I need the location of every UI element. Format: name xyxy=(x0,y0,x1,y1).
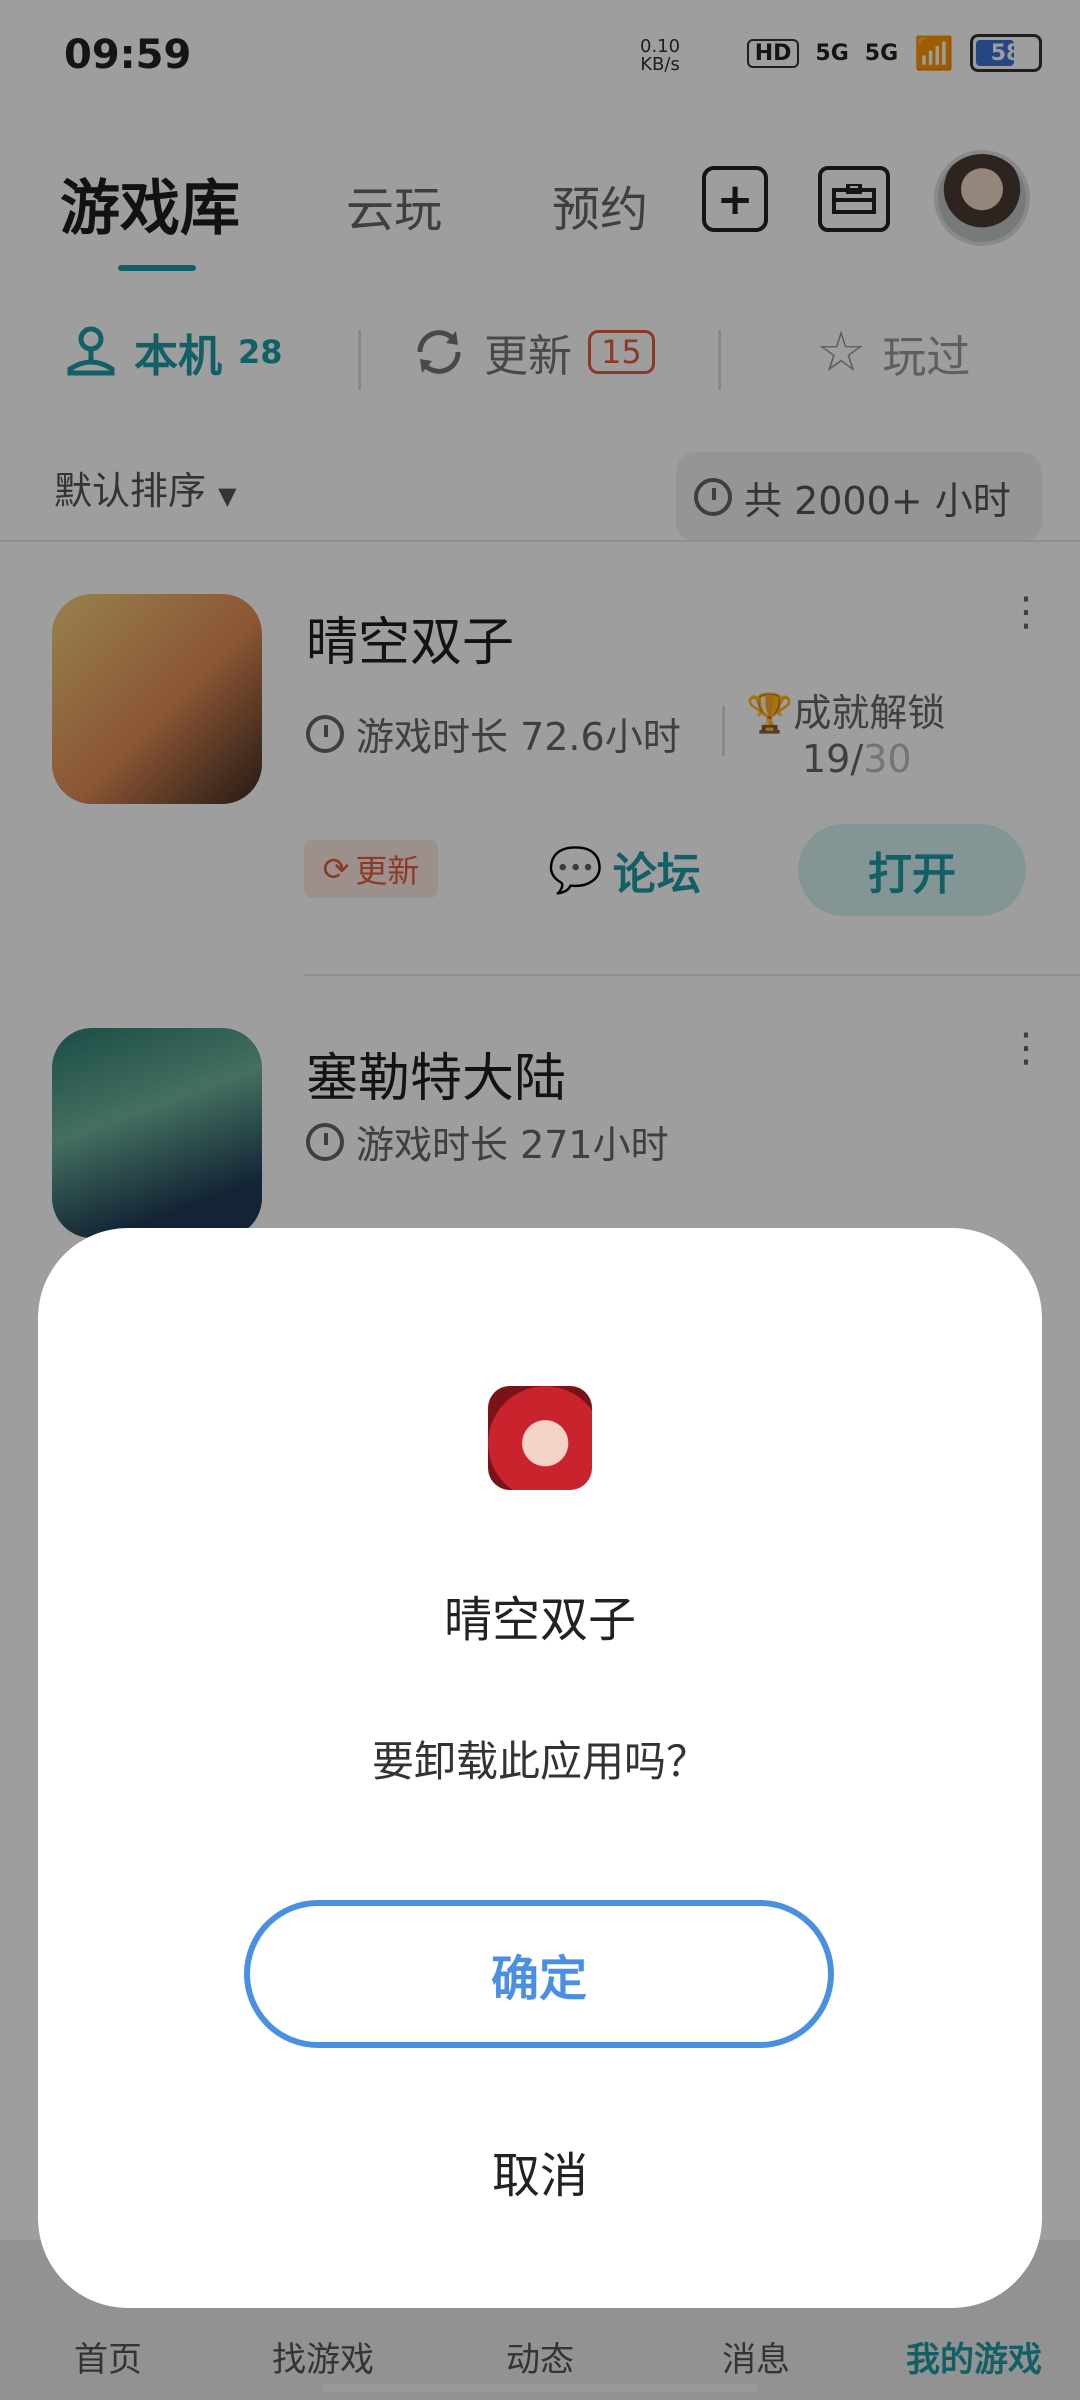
home-indicator[interactable] xyxy=(322,2384,758,2392)
cancel-button[interactable]: 取消 xyxy=(38,2136,1042,2206)
app-icon xyxy=(488,1386,592,1490)
confirm-button[interactable]: 确定 xyxy=(244,1900,834,2048)
uninstall-dialog: 晴空双子 要卸载此应用吗？ 确定 取消 xyxy=(38,1228,1042,2308)
dialog-app-name: 晴空双子 xyxy=(443,1592,636,1648)
dialog-message: 要卸载此应用吗？ xyxy=(371,1737,708,1786)
